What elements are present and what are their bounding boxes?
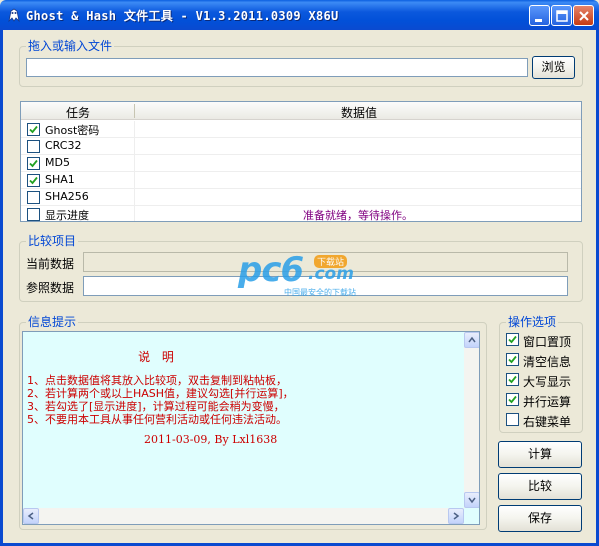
arrow-up-icon: [468, 336, 476, 343]
maximize-icon: [556, 10, 568, 22]
option-checkbox[interactable]: [506, 393, 519, 406]
checkmark-icon: [508, 335, 517, 344]
option-label: 清空信息: [523, 355, 572, 369]
browse-button[interactable]: 浏览: [532, 56, 575, 79]
option-checkbox[interactable]: [506, 333, 519, 346]
info-group-label: 信息提示: [26, 315, 79, 329]
option-checkbox[interactable]: [506, 353, 519, 366]
info-textarea[interactable]: 说 明 1、点击数据值将其放入比较项，双击复制到粘帖板， 2、若计算两个或以上H…: [22, 331, 480, 525]
option-label: 大写显示: [523, 375, 572, 389]
vertical-scrollbar[interactable]: [464, 332, 479, 508]
task-checkbox[interactable]: [27, 174, 40, 187]
task-row[interactable]: CRC32: [21, 138, 581, 155]
arrow-down-icon: [468, 497, 476, 504]
watermark-slogan: 中国最安全的下载站: [284, 288, 356, 297]
task-row[interactable]: MD5: [21, 155, 581, 172]
minimize-icon: [535, 19, 542, 22]
options-group-label: 操作选项: [506, 315, 559, 329]
task-name: SHA1: [45, 173, 75, 186]
checkmark-icon: [508, 355, 517, 364]
minimize-button[interactable]: [529, 5, 550, 26]
calculate-button[interactable]: 计算: [498, 441, 582, 468]
task-table-header: 任务 数据值: [21, 102, 581, 120]
window-title: Ghost & Hash 文件工具 - V1.3.2011.0309 X86U: [26, 9, 339, 23]
task-checkbox[interactable]: [27, 123, 40, 136]
header-task[interactable]: 任务: [66, 104, 90, 121]
option-checkbox[interactable]: [506, 413, 519, 426]
task-row[interactable]: 显示进度 准备就绪，等待操作。: [21, 206, 581, 222]
header-data-value[interactable]: 数据值: [341, 104, 377, 121]
column-divider: [134, 155, 135, 172]
task-name: SHA256: [45, 190, 89, 203]
option-checkbox[interactable]: [506, 373, 519, 386]
info-line-4: 5、不要用本工具从事任何营利活动或任何违法活动。: [27, 413, 287, 426]
scroll-left-button[interactable]: [23, 508, 39, 524]
checkmark-icon: [29, 176, 38, 185]
horizontal-scrollbar[interactable]: [23, 508, 464, 524]
watermark-logo-text: pc6: [238, 250, 304, 290]
watermark-badge: 下载站: [314, 255, 348, 268]
close-icon: [579, 11, 589, 21]
checkmark-icon: [29, 159, 38, 168]
option-label: 窗口置顶: [523, 335, 572, 349]
checkmark-icon: [508, 395, 517, 404]
scroll-right-button[interactable]: [448, 508, 464, 524]
arrow-left-icon: [27, 512, 34, 520]
task-name: CRC32: [45, 139, 82, 152]
info-footer: 2011-03-09, By Lxl1638: [144, 433, 278, 446]
compare-group-label: 比较项目: [26, 234, 79, 248]
compare-button[interactable]: 比较: [498, 473, 582, 500]
arrow-right-icon: [453, 512, 460, 520]
task-name: MD5: [45, 156, 70, 169]
checkmark-icon: [29, 125, 38, 134]
reference-data-label: 参照数据: [26, 281, 75, 295]
file-path-input[interactable]: [26, 58, 528, 77]
column-divider: [134, 121, 135, 138]
task-checkbox[interactable]: [27, 208, 40, 221]
maximize-button[interactable]: [551, 5, 572, 26]
checkmark-icon: [508, 375, 517, 384]
option-label: 右键菜单: [523, 415, 572, 429]
task-row[interactable]: SHA1: [21, 172, 581, 189]
task-checkbox[interactable]: [27, 140, 40, 153]
header-divider: [134, 104, 135, 118]
title-bar[interactable]: Ghost & Hash 文件工具 - V1.3.2011.0309 X86U: [0, 0, 599, 30]
task-row[interactable]: Ghost密码: [21, 121, 581, 138]
column-divider: [134, 138, 135, 155]
task-checkbox[interactable]: [27, 191, 40, 204]
task-name: Ghost密码: [45, 124, 100, 137]
scroll-down-button[interactable]: [464, 492, 479, 508]
close-button[interactable]: [573, 5, 594, 26]
column-divider: [134, 189, 135, 206]
scroll-up-button[interactable]: [464, 332, 479, 348]
save-button[interactable]: 保存: [498, 505, 582, 532]
current-data-label: 当前数据: [26, 257, 75, 271]
info-heading: 说 明: [138, 350, 178, 364]
task-data-value[interactable]: 准备就绪，等待操作。: [135, 207, 581, 221]
task-table[interactable]: 任务 数据值 Ghost密码 CRC32 MD5 SHA1 SHA256 显示进度 准备就绪…: [20, 101, 582, 222]
column-divider: [134, 172, 135, 189]
file-group-label: 拖入或输入文件: [26, 39, 115, 53]
pc6-watermark-logo: pc6 .com 下载站 中国最安全的下载站: [238, 250, 368, 300]
option-label: 并行运算: [523, 395, 572, 409]
app-ghost-icon: [8, 8, 20, 23]
task-name: 显示进度: [45, 209, 89, 222]
task-row[interactable]: SHA256: [21, 189, 581, 206]
task-checkbox[interactable]: [27, 157, 40, 170]
